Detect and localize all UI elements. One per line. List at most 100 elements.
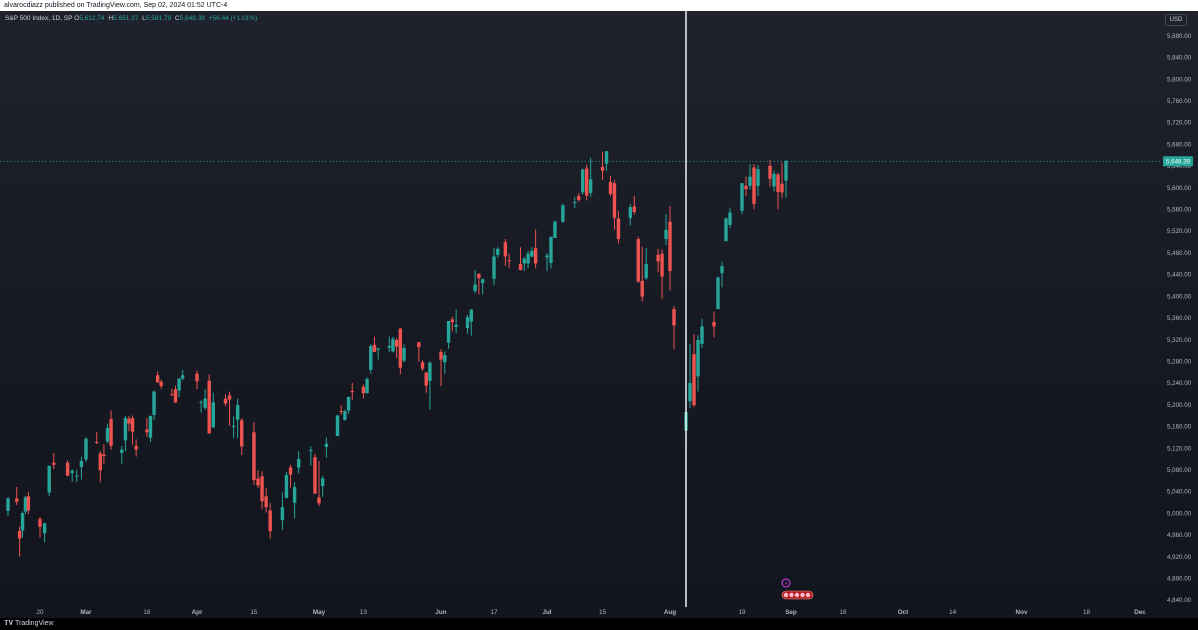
- candle[interactable]: [177, 377, 181, 397]
- candle[interactable]: [252, 421, 256, 485]
- candle[interactable]: [26, 491, 31, 515]
- candle[interactable]: [207, 374, 211, 434]
- candle[interactable]: [309, 446, 313, 466]
- candle[interactable]: [588, 157, 593, 197]
- candle[interactable]: [292, 482, 297, 519]
- candle[interactable]: [180, 369, 185, 381]
- candle[interactable]: [740, 183, 744, 215]
- candle[interactable]: [346, 396, 351, 414]
- candle[interactable]: [492, 248, 496, 286]
- candle[interactable]: [260, 471, 264, 510]
- candle[interactable]: [98, 451, 103, 483]
- candle[interactable]: [768, 159, 772, 187]
- candle[interactable]: [600, 151, 605, 180]
- candle[interactable]: [145, 418, 149, 438]
- candle[interactable]: [530, 247, 534, 258]
- candlestick-chart[interactable]: 4,840.00 4,880.00 4,920.00 4,960.00 5,000.00…: [0, 11, 1198, 618]
- candle[interactable]: [417, 342, 421, 362]
- candle[interactable]: [120, 445, 124, 464]
- candle[interactable]: [335, 414, 340, 437]
- candle[interactable]: [553, 220, 557, 238]
- candle[interactable]: [584, 164, 589, 201]
- candle[interactable]: [199, 400, 203, 413]
- candle[interactable]: [522, 256, 526, 272]
- candle[interactable]: [632, 195, 636, 215]
- candle[interactable]: [134, 439, 138, 457]
- candle[interactable]: [256, 470, 260, 489]
- candle[interactable]: [95, 432, 99, 445]
- candle[interactable]: [628, 203, 633, 226]
- candle[interactable]: [102, 444, 106, 464]
- candle[interactable]: [728, 207, 732, 229]
- candle[interactable]: [391, 336, 395, 353]
- candle[interactable]: [443, 351, 447, 374]
- candle[interactable]: [636, 236, 640, 284]
- candle[interactable]: [664, 214, 668, 246]
- candle[interactable]: [712, 311, 716, 338]
- candle[interactable]: [439, 349, 443, 387]
- candle[interactable]: [424, 372, 428, 393]
- candle[interactable]: [240, 418, 244, 456]
- candle[interactable]: [716, 276, 720, 310]
- candle[interactable]: [772, 170, 776, 192]
- candle[interactable]: [170, 388, 174, 396]
- candle[interactable]: [23, 495, 28, 515]
- candle[interactable]: [545, 253, 549, 272]
- event-marker[interactable]: ⚡: [781, 578, 814, 600]
- candle[interactable]: [264, 488, 268, 513]
- candle[interactable]: [394, 337, 399, 358]
- candle[interactable]: [784, 159, 788, 198]
- candle[interactable]: [79, 456, 84, 480]
- candle[interactable]: [672, 305, 676, 350]
- candle[interactable]: [227, 391, 232, 426]
- candle[interactable]: [123, 415, 128, 452]
- candle[interactable]: [38, 516, 42, 538]
- candle[interactable]: [109, 410, 113, 450]
- candle[interactable]: [231, 416, 236, 439]
- candle[interactable]: [577, 192, 581, 202]
- candle[interactable]: [130, 415, 135, 445]
- candle[interactable]: [173, 385, 178, 403]
- candle[interactable]: [402, 344, 406, 363]
- candle[interactable]: [47, 465, 51, 497]
- candle[interactable]: [105, 423, 110, 444]
- candle[interactable]: [608, 175, 613, 197]
- candle[interactable]: [365, 377, 369, 394]
- candle[interactable]: [465, 315, 470, 334]
- candle[interactable]: [473, 270, 477, 294]
- candle[interactable]: [148, 415, 153, 443]
- candle[interactable]: [17, 526, 22, 557]
- candle[interactable]: [696, 335, 700, 392]
- candle[interactable]: [752, 164, 756, 210]
- candle[interactable]: [313, 453, 317, 495]
- candle[interactable]: [720, 261, 724, 288]
- candle[interactable]: [640, 246, 644, 302]
- candle[interactable]: [612, 179, 617, 230]
- candle[interactable]: [420, 360, 425, 371]
- candle[interactable]: [724, 217, 728, 242]
- candle[interactable]: [288, 464, 293, 488]
- candle[interactable]: [533, 229, 538, 269]
- candle[interactable]: [700, 318, 704, 348]
- candle[interactable]: [155, 371, 160, 383]
- candle[interactable]: [780, 162, 784, 198]
- candle[interactable]: [668, 205, 672, 291]
- candle[interactable]: [159, 379, 163, 389]
- candle[interactable]: [6, 496, 10, 516]
- candle[interactable]: [688, 343, 692, 409]
- candle[interactable]: [387, 336, 391, 352]
- candle[interactable]: [52, 452, 56, 470]
- candle[interactable]: [339, 405, 343, 415]
- candle[interactable]: [42, 522, 47, 543]
- candle[interactable]: [361, 384, 366, 399]
- candle[interactable]: [450, 316, 455, 332]
- candle[interactable]: [549, 236, 553, 269]
- candle[interactable]: [350, 382, 354, 400]
- candle[interactable]: [296, 451, 301, 474]
- candle[interactable]: [369, 344, 373, 374]
- candle[interactable]: [203, 388, 207, 411]
- candle[interactable]: [84, 437, 88, 463]
- candle[interactable]: [692, 334, 696, 408]
- candle[interactable]: [454, 309, 458, 334]
- candle[interactable]: [581, 168, 585, 195]
